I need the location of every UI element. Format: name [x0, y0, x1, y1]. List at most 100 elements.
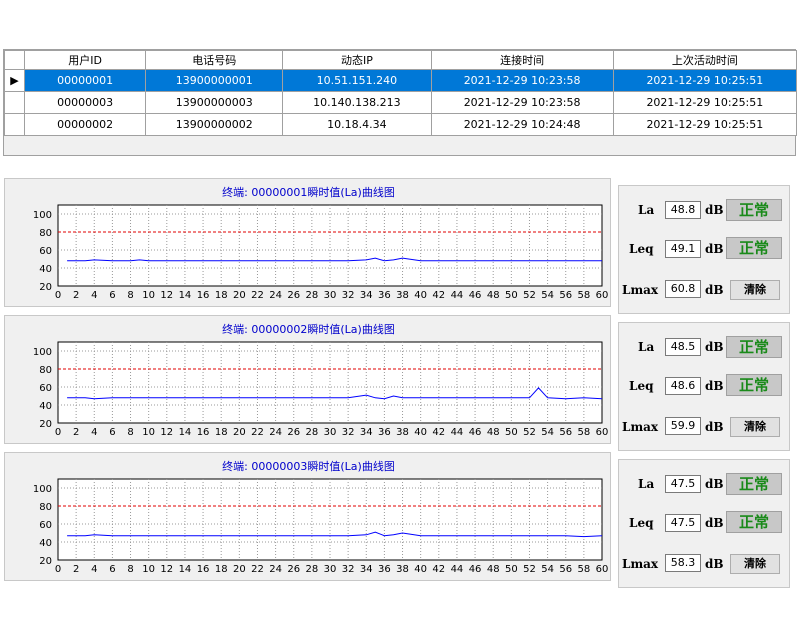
metrics-panel-1: La 48.8 dB 正常 Leq 49.1 dB 正常 Lmax 60.8 d…	[618, 185, 790, 314]
x-tick-label: 52	[523, 427, 536, 438]
la-label: La	[638, 340, 655, 354]
la-unit: dB	[705, 477, 724, 491]
x-tick-label: 6	[109, 290, 115, 301]
table-row[interactable]: ▶ 00000001 13900000001 10.51.151.240 202…	[3, 69, 798, 92]
la-status-indicator: 正常	[726, 336, 782, 358]
x-tick-label: 24	[269, 427, 282, 438]
x-tick-label: 44	[451, 290, 464, 301]
column-header-connect-time[interactable]: 连接时间	[430, 50, 614, 70]
x-tick-label: 40	[414, 290, 427, 301]
la-status-indicator: 正常	[726, 473, 782, 495]
leq-unit: dB	[705, 242, 724, 256]
x-tick-label: 50	[505, 290, 518, 301]
clear-button[interactable]: 清除	[730, 280, 780, 300]
x-tick-label: 34	[360, 290, 373, 301]
y-tick-label: 40	[39, 538, 52, 549]
user-grid[interactable]: 用户ID 电话号码 动态IP 连接时间 上次活动时间 ▶ 00000001 13…	[3, 49, 798, 156]
x-tick-label: 44	[451, 564, 464, 575]
x-tick-label: 48	[487, 290, 500, 301]
x-tick-label: 36	[378, 427, 391, 438]
y-tick-label: 80	[39, 365, 52, 376]
cell-connect-time[interactable]: 2021-12-29 10:23:58	[430, 69, 614, 92]
x-tick-label: 42	[432, 427, 445, 438]
x-tick-label: 48	[487, 564, 500, 575]
x-tick-label: 0	[55, 564, 61, 575]
lmax-label: Lmax	[622, 557, 659, 571]
cell-connect-time[interactable]: 2021-12-29 10:24:48	[430, 113, 614, 136]
lmax-label: Lmax	[622, 420, 659, 434]
x-tick-label: 32	[342, 564, 355, 575]
x-tick-label: 12	[160, 564, 173, 575]
column-header-user-id[interactable]: 用户ID	[24, 50, 147, 70]
x-tick-label: 42	[432, 290, 445, 301]
cell-phone[interactable]: 13900000001	[145, 69, 284, 92]
x-tick-label: 34	[360, 427, 373, 438]
x-tick-label: 10	[142, 427, 155, 438]
x-tick-label: 36	[378, 564, 391, 575]
x-tick-label: 54	[541, 564, 554, 575]
cell-connect-time[interactable]: 2021-12-29 10:23:58	[430, 91, 614, 114]
cell-phone[interactable]: 13900000002	[145, 113, 284, 136]
cell-user-id[interactable]: 00000001	[24, 69, 147, 92]
cell-phone[interactable]: 13900000003	[145, 91, 284, 114]
la-value-field: 47.5	[665, 475, 701, 493]
x-tick-label: 30	[324, 427, 337, 438]
cell-ip[interactable]: 10.51.151.240	[282, 69, 432, 92]
x-tick-label: 16	[197, 290, 210, 301]
x-tick-label: 10	[142, 564, 155, 575]
clear-button[interactable]: 清除	[730, 417, 780, 437]
current-row-indicator-icon[interactable]: ▶	[3, 69, 26, 92]
x-tick-label: 26	[287, 564, 300, 575]
metrics-panel-3: La 47.5 dB 正常 Leq 47.5 dB 正常 Lmax 58.3 d…	[618, 459, 790, 588]
x-tick-label: 10	[142, 290, 155, 301]
row-header[interactable]	[3, 91, 26, 114]
column-header-phone[interactable]: 电话号码	[145, 50, 284, 70]
cell-last-active[interactable]: 2021-12-29 10:25:51	[612, 69, 798, 92]
row-header[interactable]	[3, 113, 26, 136]
x-tick-label: 8	[127, 290, 133, 301]
y-tick-label: 40	[39, 264, 52, 275]
leq-label: Leq	[629, 242, 654, 256]
cell-last-active[interactable]: 2021-12-29 10:25:51	[612, 91, 798, 114]
cell-ip[interactable]: 10.18.4.34	[282, 113, 432, 136]
leq-value-field: 48.6	[665, 377, 701, 395]
x-tick-label: 52	[523, 290, 536, 301]
x-tick-label: 60	[596, 290, 609, 301]
x-tick-label: 30	[324, 290, 337, 301]
table-row[interactable]: 00000002 13900000002 10.18.4.34 2021-12-…	[3, 113, 798, 136]
table-row[interactable]: 00000003 13900000003 10.140.138.213 2021…	[3, 91, 798, 114]
x-tick-label: 18	[215, 290, 228, 301]
lmax-value-field: 59.9	[665, 417, 701, 435]
leq-label: Leq	[629, 379, 654, 393]
cell-user-id[interactable]: 00000002	[24, 113, 147, 136]
x-tick-label: 60	[596, 564, 609, 575]
la-value-field: 48.8	[665, 201, 701, 219]
metrics-panel-2: La 48.5 dB 正常 Leq 48.6 dB 正常 Lmax 59.9 d…	[618, 322, 790, 451]
y-tick-label: 100	[33, 484, 52, 495]
column-header-last-active[interactable]: 上次活动时间	[612, 50, 798, 70]
cell-ip[interactable]: 10.140.138.213	[282, 91, 432, 114]
x-tick-label: 54	[541, 427, 554, 438]
x-tick-label: 2	[73, 290, 79, 301]
lmax-value-field: 60.8	[665, 280, 701, 298]
lmax-unit: dB	[705, 283, 724, 297]
clear-button[interactable]: 清除	[730, 554, 780, 574]
x-tick-label: 28	[305, 564, 318, 575]
x-tick-label: 42	[432, 564, 445, 575]
cell-last-active[interactable]: 2021-12-29 10:25:51	[612, 113, 798, 136]
x-tick-label: 38	[396, 290, 409, 301]
x-tick-label: 40	[414, 564, 427, 575]
x-tick-label: 50	[505, 564, 518, 575]
x-tick-label: 26	[287, 290, 300, 301]
y-tick-label: 60	[39, 520, 52, 531]
leq-label: Leq	[629, 516, 654, 530]
x-tick-label: 30	[324, 564, 337, 575]
x-tick-label: 0	[55, 290, 61, 301]
x-tick-label: 20	[233, 427, 246, 438]
x-tick-label: 58	[577, 427, 590, 438]
table-header-row: 用户ID 电话号码 动态IP 连接时间 上次活动时间	[3, 50, 798, 70]
column-header-ip[interactable]: 动态IP	[282, 50, 432, 70]
x-tick-label: 6	[109, 427, 115, 438]
x-tick-label: 56	[559, 564, 572, 575]
cell-user-id[interactable]: 00000003	[24, 91, 147, 114]
